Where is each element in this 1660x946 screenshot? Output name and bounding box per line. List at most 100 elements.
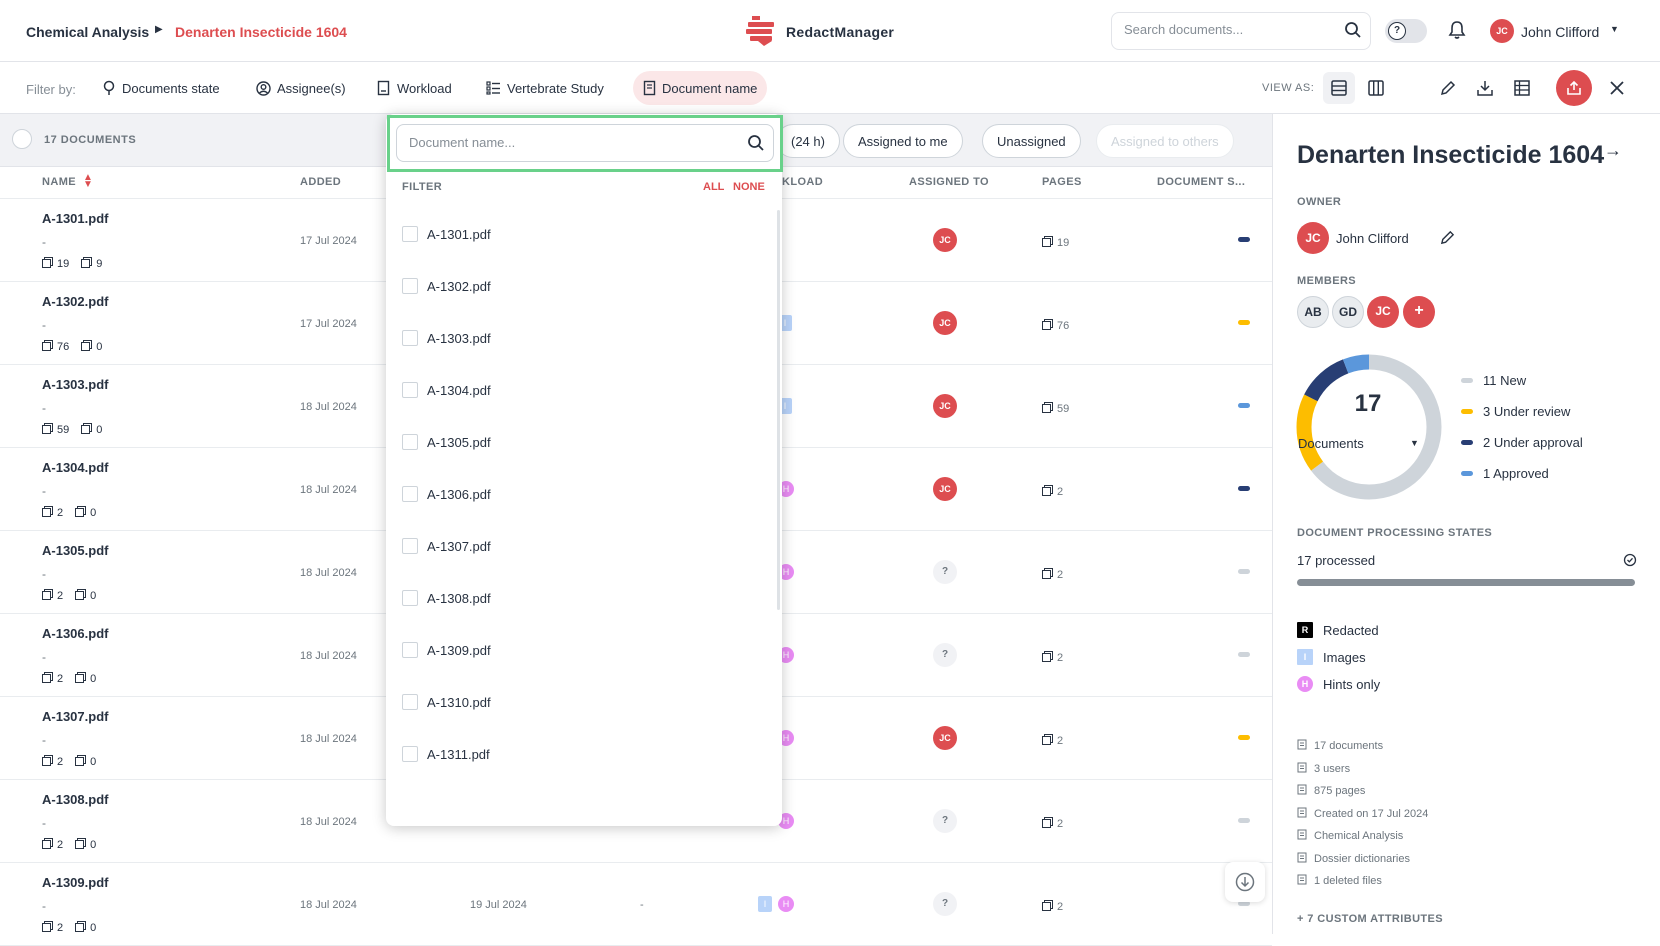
document-name[interactable]: A-1302.pdf — [42, 294, 108, 309]
document-name-search[interactable] — [396, 124, 774, 162]
document-name-option[interactable]: A-1302.pdf — [402, 278, 491, 294]
option-checkbox[interactable] — [402, 590, 418, 606]
filter-label-text: Vertebrate Study — [507, 80, 604, 96]
column-header-document-state[interactable]: DOCUMENT S... — [1157, 176, 1245, 188]
document-name[interactable]: A-1304.pdf — [42, 460, 108, 475]
filter-assignees[interactable]: Assignee(s) — [246, 71, 356, 105]
option-checkbox[interactable] — [402, 434, 418, 450]
document-name-option[interactable]: A-1305.pdf — [402, 434, 491, 450]
search-icon[interactable] — [747, 134, 765, 152]
global-search-input[interactable] — [1124, 22, 1344, 37]
document-name-search-input[interactable] — [409, 135, 729, 150]
filter-workload[interactable]: Workload — [367, 71, 462, 105]
document-name[interactable]: A-1305.pdf — [42, 543, 108, 558]
document-name-option[interactable]: A-1301.pdf — [402, 226, 491, 242]
filter-document-name[interactable]: Document name — [633, 71, 768, 105]
document-name-option[interactable]: A-1307.pdf — [402, 538, 491, 554]
arrow-right-icon[interactable]: → — [1604, 140, 1622, 161]
export-button[interactable] — [1556, 70, 1592, 106]
document-name[interactable]: A-1309.pdf — [42, 875, 108, 890]
document-name-option[interactable]: A-1310.pdf — [402, 694, 491, 710]
chevron-down-icon[interactable]: ▼ — [1610, 24, 1619, 34]
document-name-option[interactable]: A-1311.pdf — [402, 746, 490, 762]
unassigned-avatar[interactable]: ? — [933, 892, 957, 916]
document-name-option[interactable]: A-1306.pdf — [402, 486, 491, 502]
document-name-option[interactable]: A-1309.pdf — [402, 642, 491, 658]
add-member-button[interactable]: + — [1403, 296, 1435, 328]
unassigned-avatar[interactable]: ? — [933, 643, 957, 667]
member-avatar[interactable]: AB — [1297, 296, 1329, 328]
assignee-avatar[interactable]: JC — [933, 394, 957, 418]
option-checkbox[interactable] — [402, 278, 418, 294]
quick-filter-recent[interactable]: (24 h) — [776, 124, 840, 158]
document-name[interactable]: A-1303.pdf — [42, 377, 108, 392]
list-view-button[interactable] — [1323, 72, 1355, 104]
download-button[interactable] — [1469, 72, 1501, 104]
board-view-button[interactable] — [1360, 72, 1392, 104]
quick-filter-assigned-to-others[interactable]: Assigned to others — [1096, 124, 1234, 158]
option-label: A-1307.pdf — [427, 538, 491, 554]
document-name-option[interactable]: A-1303.pdf — [402, 330, 491, 346]
user-avatar[interactable]: JC — [1490, 19, 1514, 43]
select-all-checkbox[interactable] — [12, 129, 32, 149]
assignee-avatar[interactable]: JC — [933, 228, 957, 252]
assignee-avatar[interactable]: JC — [933, 726, 957, 750]
legend-item[interactable]: 1 Approved — [1461, 466, 1549, 481]
document-name[interactable]: A-1306.pdf — [42, 626, 108, 641]
option-checkbox[interactable] — [402, 330, 418, 346]
pages-count: 2 — [57, 590, 64, 602]
close-icon — [1610, 81, 1624, 95]
pages-icon — [42, 838, 53, 852]
table-settings-button[interactable] — [1506, 72, 1538, 104]
dropdown-scrollbar[interactable] — [777, 210, 780, 610]
document-name-option[interactable]: A-1304.pdf — [402, 382, 491, 398]
filter-vertebrate-study[interactable]: Vertebrate Study — [476, 71, 614, 105]
legend-item[interactable]: 2 Under approval — [1461, 435, 1583, 450]
option-checkbox[interactable] — [402, 694, 418, 710]
sort-icon[interactable]: ▲ ▼ — [83, 173, 93, 190]
quick-filter-unassigned[interactable]: Unassigned — [982, 124, 1081, 158]
column-header-pages[interactable]: PAGES — [1042, 176, 1082, 188]
unassigned-avatar[interactable]: ? — [933, 809, 957, 833]
pencil-icon[interactable] — [1440, 230, 1455, 245]
assignee-avatar[interactable]: JC — [933, 311, 957, 335]
custom-attributes-link[interactable]: + 7 CUSTOM ATTRIBUTES — [1297, 913, 1443, 925]
close-button[interactable] — [1601, 72, 1633, 104]
edit-dossier-button[interactable] — [1432, 72, 1464, 104]
option-checkbox[interactable] — [402, 382, 418, 398]
global-search[interactable] — [1111, 12, 1371, 50]
member-avatar[interactable]: GD — [1332, 296, 1364, 328]
member-avatar[interactable]: JC — [1367, 296, 1399, 328]
option-checkbox[interactable] — [402, 226, 418, 242]
document-name[interactable]: A-1301.pdf — [42, 211, 108, 226]
document-name[interactable]: A-1308.pdf — [42, 792, 108, 807]
quick-filter-assigned-to-me[interactable]: Assigned to me — [843, 124, 963, 158]
unassigned-avatar[interactable]: ? — [933, 560, 957, 584]
legend-item[interactable]: 11 New — [1461, 373, 1526, 388]
select-all-link[interactable]: ALL — [703, 181, 724, 193]
breadcrumb-current[interactable]: Denarten Insecticide 1604 — [175, 24, 347, 40]
bell-icon[interactable] — [1448, 20, 1466, 40]
scroll-down-button[interactable] — [1225, 862, 1265, 902]
option-checkbox[interactable] — [402, 538, 418, 554]
column-header-name[interactable]: NAME — [42, 176, 76, 188]
filter-documents-state[interactable]: Documents state — [92, 71, 230, 105]
annotations-count: 0 — [96, 341, 103, 353]
documents-filter-label[interactable]: Documents — [1298, 436, 1364, 451]
document-name-option[interactable]: A-1308.pdf — [402, 590, 491, 606]
user-name[interactable]: John Clifford — [1521, 24, 1599, 40]
column-header-workload[interactable]: KLOAD — [782, 176, 823, 188]
legend-item[interactable]: 3 Under review — [1461, 404, 1570, 419]
option-checkbox[interactable] — [402, 486, 418, 502]
search-icon[interactable] — [1344, 21, 1362, 39]
help-mode-toggle[interactable]: ? — [1385, 19, 1427, 43]
breadcrumb-root[interactable]: Chemical Analysis — [26, 24, 149, 40]
assignee-avatar[interactable]: JC — [933, 477, 957, 501]
option-checkbox[interactable] — [402, 642, 418, 658]
select-none-link[interactable]: NONE — [733, 181, 765, 193]
option-checkbox[interactable] — [402, 746, 418, 762]
column-header-added[interactable]: ADDED — [300, 176, 341, 188]
caret-down-icon[interactable]: ▼ — [1410, 438, 1419, 448]
column-header-assigned-to[interactable]: ASSIGNED TO — [909, 176, 989, 188]
document-name[interactable]: A-1307.pdf — [42, 709, 108, 724]
